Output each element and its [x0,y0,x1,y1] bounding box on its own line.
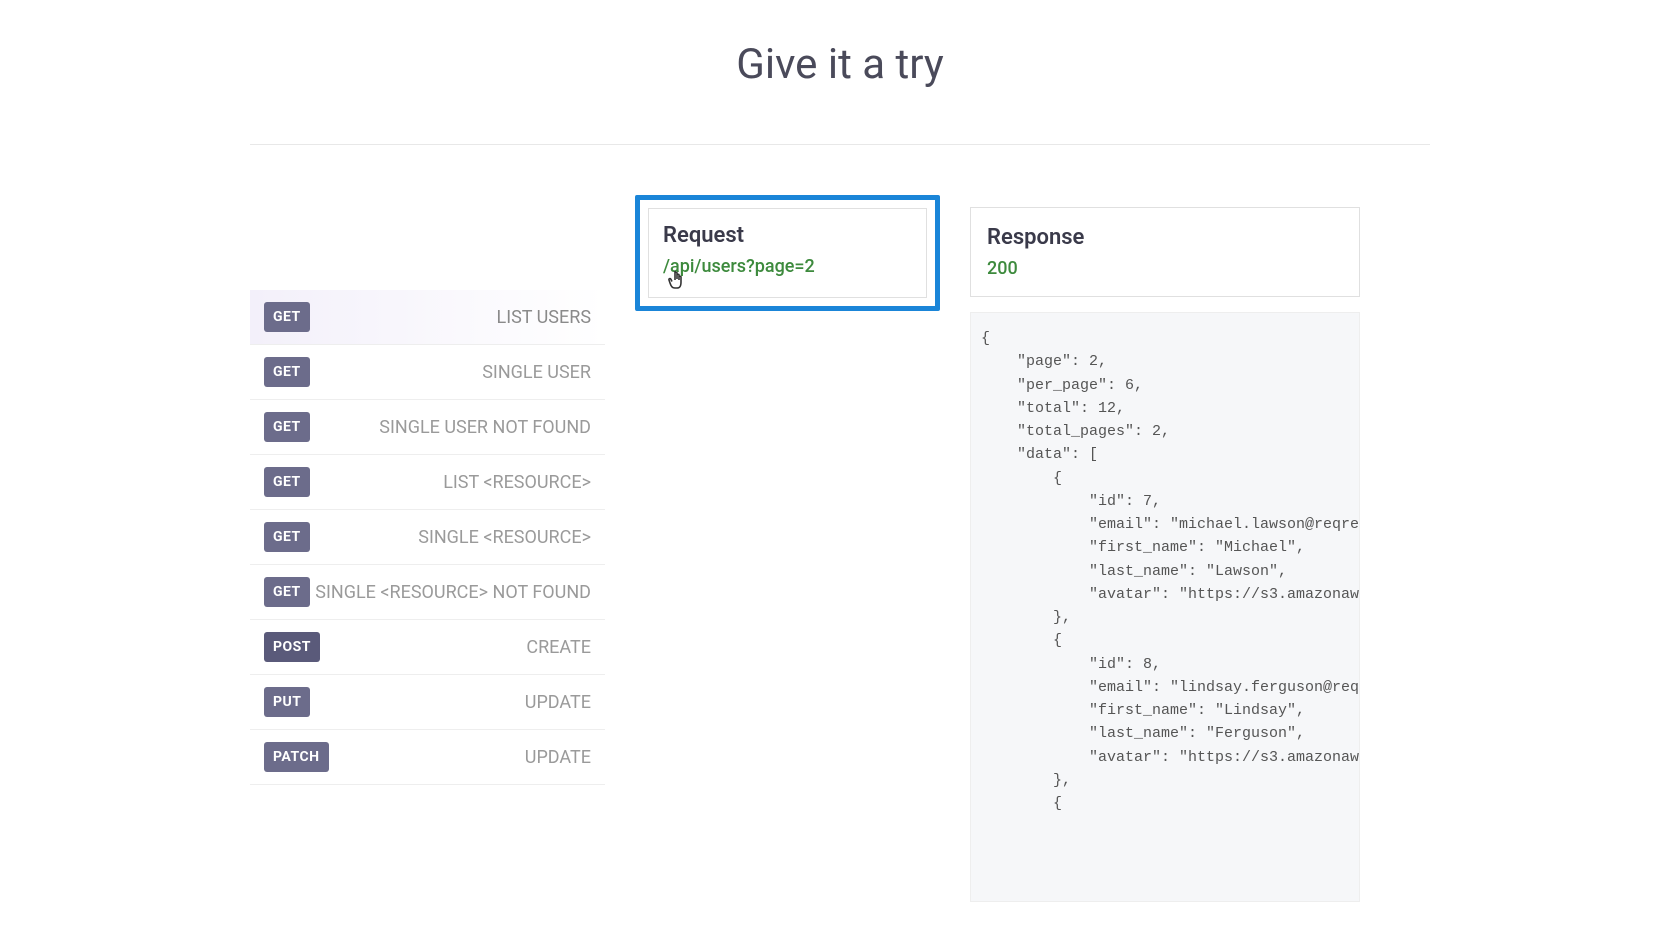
http-method-badge: GET [264,467,310,497]
http-method-badge: GET [264,302,310,332]
endpoint-label: UPDATE [525,747,591,768]
endpoint-label: UPDATE [525,692,591,713]
http-method-badge: GET [264,522,310,552]
endpoint-label: SINGLE USER NOT FOUND [379,417,591,438]
request-url[interactable]: /api/users?page=2 [663,256,912,277]
request-column: Request /api/users?page=2 [635,195,940,311]
http-method-badge: GET [264,357,310,387]
endpoint-label: CREATE [526,637,591,658]
endpoints-list: GET LIST USERS GET SINGLE USER GET SINGLE USE… [250,290,605,785]
response-column: Response 200 { "page": 2, "per_page": 6,… [970,195,1360,902]
http-method-badge: PATCH [264,742,329,772]
endpoint-row[interactable]: POST CREATE [250,620,605,675]
request-card[interactable]: Request /api/users?page=2 [635,195,940,311]
endpoint-row[interactable]: PATCH UPDATE [250,730,605,785]
endpoint-row[interactable]: PUT UPDATE [250,675,605,730]
http-method-badge: GET [264,577,310,607]
response-status: 200 [987,258,1343,279]
request-card-inner: Request /api/users?page=2 [648,208,927,298]
endpoint-label: LIST USERS [497,307,592,328]
endpoint-row[interactable]: GET LIST <RESOURCE> [250,455,605,510]
endpoint-row[interactable]: GETSINGLE <RESOURCE> NOT FOUND [250,565,605,620]
divider [250,144,1430,145]
endpoint-row[interactable]: GET SINGLE USER [250,345,605,400]
endpoint-row[interactable]: GET SINGLE USER NOT FOUND [250,400,605,455]
endpoint-label: SINGLE <RESOURCE> [418,527,591,548]
endpoint-row[interactable]: GET SINGLE <RESOURCE> [250,510,605,565]
endpoint-row[interactable]: GET LIST USERS [250,290,605,345]
endpoint-label: LIST <RESOURCE> [443,472,591,493]
request-heading: Request [663,223,912,248]
main-content: GET LIST USERS GET SINGLE USER GET SINGLE USE… [250,195,1430,902]
endpoint-label: SINGLE USER [482,362,591,383]
http-method-badge: POST [264,632,320,662]
response-heading: Response [987,225,1343,250]
http-method-badge: PUT [264,687,310,717]
response-body[interactable]: { "page": 2, "per_page": 6, "total": 12,… [970,312,1360,902]
endpoint-label: SINGLE <RESOURCE> NOT FOUND [315,582,591,603]
response-header-card: Response 200 [970,207,1360,297]
http-method-badge: GET [264,412,310,442]
page-title: Give it a try [0,40,1680,89]
